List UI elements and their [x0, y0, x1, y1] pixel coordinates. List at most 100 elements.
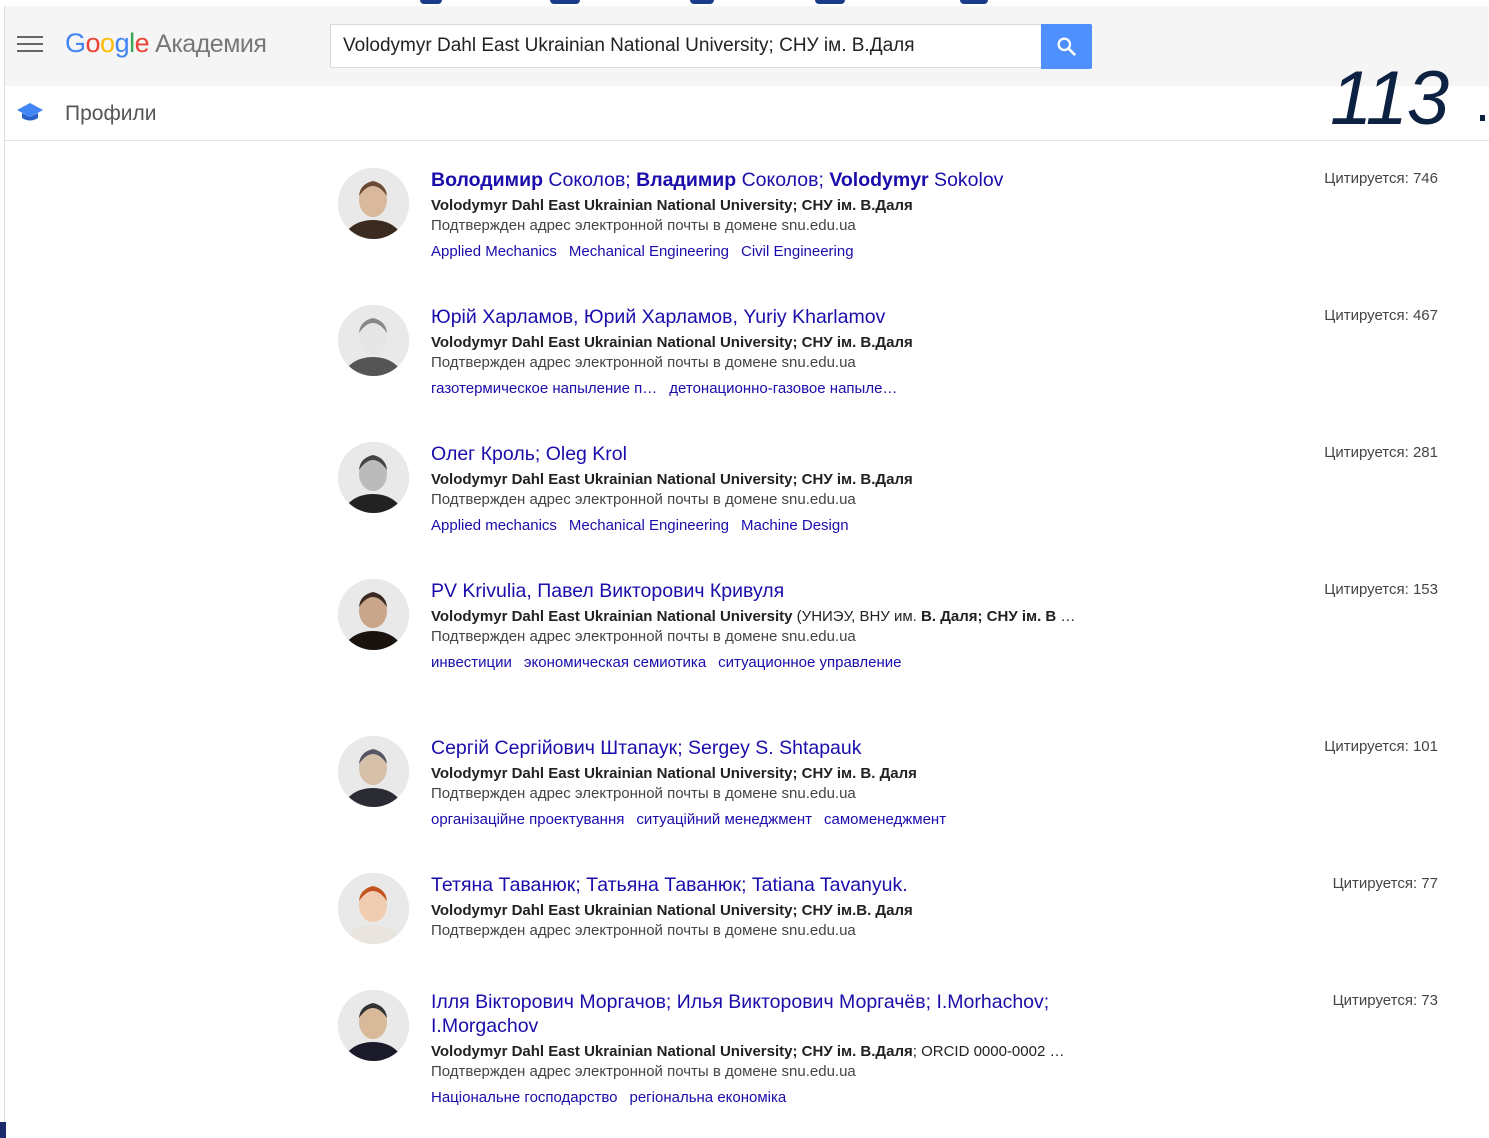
text-part: Сергій Сергійович Штапаук; Sergey S. Sht… — [431, 737, 862, 759]
interest-tag-link[interactable]: ситуационное управление — [718, 654, 901, 671]
interest-tag-link[interactable]: экономическая семиотика — [524, 654, 706, 671]
profile-info: Юрій Харламов, Юрий Харламов, Yuriy Khar… — [431, 305, 1081, 399]
overlay-dot — [1480, 115, 1485, 121]
profile-name-link[interactable]: Сергій Сергійович Штапаук; Sergey S. Sht… — [431, 736, 1081, 760]
logo-product-label: Академия — [155, 30, 267, 58]
text-part: Соколов; — [542, 169, 637, 191]
interest-tags: газотермическое напыление п… детонационно… — [431, 379, 1081, 399]
overlay-number: 113 — [1330, 56, 1449, 141]
cited-by-count: Цитируется: 77 — [1332, 875, 1438, 892]
avatar[interactable] — [338, 736, 409, 807]
interest-tags: організаційне проектування ситуаційний ме… — [431, 810, 1081, 830]
interest-tag-link[interactable]: ситуаційний менеджмент — [636, 811, 812, 828]
profiles-label[interactable]: Профили — [65, 102, 156, 126]
interest-tag-link[interactable]: Mechanical Engineering — [569, 243, 729, 260]
profile-name-link[interactable]: Тетяна Таванюк; Татьяна Таванюк; Tatiana… — [431, 873, 1081, 897]
profile-info: Олег Кроль; Oleg Krol Volodymyr Dahl East… — [431, 442, 1081, 536]
cited-by-count: Цитируется: 101 — [1324, 738, 1438, 755]
text-part: В. Даля; СНУ ім. В — [921, 608, 1057, 625]
graduation-cap-icon — [17, 103, 43, 121]
text-part: Sokolov — [928, 169, 1004, 191]
interest-tag-link[interactable]: Mechanical Engineering — [569, 517, 729, 534]
corner-accent — [0, 1122, 6, 1138]
interest-tags: Applied mechanics Mechanical Engineering M… — [431, 516, 1081, 536]
profile-name-link[interactable]: PV Krivulia, Павел Викторович Кривуля — [431, 579, 1081, 603]
text-part: Юрій Харламов, Юрий Харламов, Yuriy Khar… — [431, 306, 886, 328]
profile-name-link[interactable]: Володимир Соколов; Владимир Соколов; Vol… — [431, 168, 1081, 192]
profile-name-link[interactable]: Ілля Вікторович Моргачов; Илья Викторови… — [431, 990, 1081, 1038]
text-part: Volodymyr Dahl East Ukrainian National U… — [431, 197, 913, 214]
interest-tag-link[interactable]: Applied Mechanics — [431, 243, 557, 260]
avatar[interactable] — [338, 873, 409, 944]
profile-info: Сергій Сергійович Штапаук; Sergey S. Sht… — [431, 736, 1081, 830]
interest-tags: Національне господарство регіональна екон… — [431, 1088, 1081, 1108]
profile-affiliation: Volodymyr Dahl East Ukrainian National U… — [431, 470, 1081, 490]
verified-email: Подтвержден адрес электронной почты в до… — [431, 491, 856, 508]
avatar[interactable] — [338, 305, 409, 376]
avatar[interactable] — [338, 442, 409, 513]
text-part: Volodymyr Dahl East Ukrainian National U… — [431, 765, 917, 782]
profile-info: Володимир Соколов; Владимир Соколов; Vol… — [431, 168, 1081, 262]
interest-tag-link[interactable]: Національне господарство — [431, 1089, 618, 1106]
interest-tag-link[interactable]: Machine Design — [741, 517, 849, 534]
search-button[interactable] — [1041, 24, 1092, 69]
profiles-bar: Профили — [5, 86, 1489, 141]
profile-affiliation: Volodymyr Dahl East Ukrainian National U… — [431, 607, 1081, 627]
text-part: Volodymyr Dahl East Ukrainian National U… — [431, 902, 913, 919]
profile-info: Тетяна Таванюк; Татьяна Таванюк; Tatiana… — [431, 873, 1081, 941]
profile-name-link[interactable]: Юрій Харламов, Юрий Харламов, Yuriy Khar… — [431, 305, 1081, 329]
text-part: Олег Кроль; Oleg Krol — [431, 443, 627, 465]
interest-tag-link[interactable]: детонационно-газовое напыле… — [669, 380, 897, 397]
text-part: Volodymyr Dahl East Ukrainian National U… — [431, 1043, 913, 1060]
text-part: Володимир — [431, 169, 543, 191]
avatar[interactable] — [338, 579, 409, 650]
interest-tag-link[interactable]: газотермическое напыление п… — [431, 380, 657, 397]
verified-email: Подтвержден адрес электронной почты в до… — [431, 354, 856, 371]
verified-email: Подтвержден адрес электронной почты в до… — [431, 1063, 856, 1080]
interest-tag-link[interactable]: самоменеджмент — [824, 811, 946, 828]
profile-affiliation: Volodymyr Dahl East Ukrainian National U… — [431, 1042, 1081, 1062]
text-part: (УНИЭУ, ВНУ им. — [792, 608, 922, 625]
profile-affiliation: Volodymyr Dahl East Ukrainian National U… — [431, 901, 1081, 921]
search-input[interactable]: Volodymyr Dahl East Ukrainian National U… — [330, 24, 1042, 68]
profile-affiliation: Volodymyr Dahl East Ukrainian National U… — [431, 196, 1081, 216]
cited-by-count: Цитируется: 467 — [1324, 307, 1438, 324]
google-scholar-logo[interactable]: Google Академия — [65, 28, 267, 59]
browser-frame: Google Академия Volodymyr Dahl East Ukrai… — [4, 6, 1489, 1138]
text-part: Volodymyr Dahl East Ukrainian National U… — [431, 471, 913, 488]
interest-tag-link[interactable]: регіональна економіка — [630, 1089, 787, 1106]
verified-email: Подтвержден адрес электронной почты в до… — [431, 628, 856, 645]
verified-email: Подтвержден адрес электронной почты в до… — [431, 217, 856, 234]
menu-icon[interactable] — [17, 36, 43, 54]
profile-name-link[interactable]: Олег Кроль; Oleg Krol — [431, 442, 1081, 466]
verified-email: Подтвержден адрес электронной почты в до… — [431, 785, 856, 802]
text-part: PV Krivulia, Павел Викторович Кривуля — [431, 580, 785, 602]
interest-tags: Applied Mechanics Mechanical Engineering C… — [431, 242, 1081, 262]
cited-by-count: Цитируется: 73 — [1332, 992, 1438, 1009]
interest-tags: инвестиции экономическая семиотика ситуаци… — [431, 653, 1081, 673]
text-part: Тетяна Таванюк; Татьяна Таванюк; Tatiana… — [431, 874, 908, 896]
profile-affiliation: Volodymyr Dahl East Ukrainian National U… — [431, 333, 1081, 353]
interest-tag-link[interactable]: організаційне проектування — [431, 811, 624, 828]
cited-by-count: Цитируется: 281 — [1324, 444, 1438, 461]
text-part: ; ORCID 0000-0002 … — [912, 1043, 1065, 1060]
interest-tag-link[interactable]: Applied mechanics — [431, 517, 557, 534]
text-part: Соколов; — [736, 169, 830, 191]
search-icon — [1057, 37, 1076, 56]
profile-info: Ілля Вікторович Моргачов; Илья Викторови… — [431, 990, 1081, 1108]
cited-by-count: Цитируется: 153 — [1324, 581, 1438, 598]
text-part: Volodymyr — [829, 169, 929, 191]
text-part: Volodymyr Dahl East Ukrainian National U… — [431, 334, 913, 351]
interest-tag-link[interactable]: инвестиции — [431, 654, 512, 671]
text-part: Владимир — [636, 169, 737, 191]
interest-tag-link[interactable]: Civil Engineering — [741, 243, 854, 260]
profile-affiliation: Volodymyr Dahl East Ukrainian National U… — [431, 764, 1081, 784]
cited-by-count: Цитируется: 746 — [1324, 170, 1438, 187]
text-part: … — [1056, 608, 1076, 625]
text-part: Volodymyr Dahl East Ukrainian National U… — [431, 608, 793, 625]
top-header: Google Академия Volodymyr Dahl East Ukrai… — [5, 6, 1489, 87]
avatar[interactable] — [338, 990, 409, 1061]
text-part: Ілля Вікторович Моргачов; Илья Викторови… — [431, 991, 1050, 1037]
avatar[interactable] — [338, 168, 409, 239]
profile-info: PV Krivulia, Павел Викторович Кривуля Vol… — [431, 579, 1081, 673]
